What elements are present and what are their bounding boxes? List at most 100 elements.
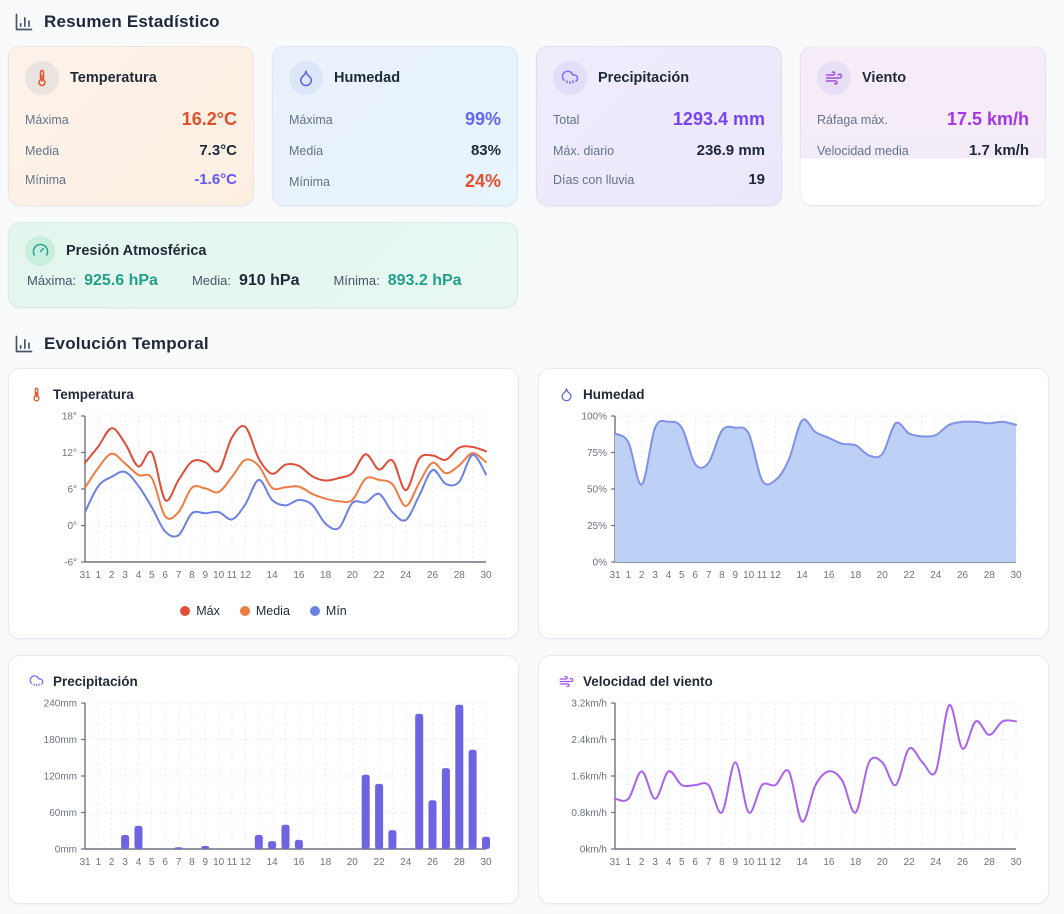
pressure-item: Media: 910 hPa: [192, 272, 300, 290]
svg-text:3.2km/h: 3.2km/h: [571, 699, 607, 710]
stat-row: Ráfaga máx. 17.5 km/h: [817, 103, 1029, 136]
svg-text:4: 4: [136, 857, 142, 868]
svg-text:0km/h: 0km/h: [580, 845, 607, 856]
viento-chart-svg[interactable]: 3.2km/h2.4km/h1.6km/h0.8km/h0km/h3112345…: [559, 695, 1028, 883]
svg-text:9: 9: [733, 857, 739, 868]
svg-text:2: 2: [639, 570, 645, 581]
charts-grid: Temperatura 18°12°6°0°-6°311234567891011…: [8, 368, 1046, 904]
svg-text:22: 22: [904, 857, 916, 868]
svg-text:1: 1: [96, 570, 102, 581]
svg-text:11: 11: [757, 857, 768, 868]
svg-text:18°: 18°: [62, 412, 77, 423]
evolution-title: Evolución Temporal: [44, 334, 209, 354]
stat-row: Mínima -1.6°C: [25, 165, 237, 194]
svg-text:6°: 6°: [67, 485, 77, 496]
svg-text:7: 7: [706, 570, 712, 581]
svg-text:3: 3: [652, 570, 658, 581]
svg-text:8: 8: [189, 857, 195, 868]
legend-item-max[interactable]: Máx: [180, 604, 220, 618]
stat-row: Máxima 16.2°C: [25, 103, 237, 136]
stat-value: 83%: [471, 142, 501, 159]
wind-icon: [559, 674, 574, 689]
temperature-chart[interactable]: 18°12°6°0°-6°311234567891011121416182022…: [29, 408, 498, 596]
svg-text:20: 20: [347, 570, 359, 581]
svg-text:28: 28: [984, 570, 996, 581]
svg-text:31: 31: [609, 857, 621, 868]
svg-text:18: 18: [320, 570, 332, 581]
droplet-icon: [289, 61, 323, 95]
stat-value: 1293.4 mm: [673, 109, 765, 130]
svg-text:16: 16: [823, 570, 835, 581]
svg-text:30: 30: [480, 857, 492, 868]
svg-text:2.4km/h: 2.4km/h: [571, 735, 607, 746]
chart-title: Temperatura: [53, 387, 134, 402]
stat-row: Media 83%: [289, 136, 501, 165]
svg-text:14: 14: [797, 857, 809, 868]
svg-text:0%: 0%: [593, 558, 608, 569]
svg-text:12: 12: [240, 857, 252, 868]
svg-text:5: 5: [679, 857, 685, 868]
svg-text:100%: 100%: [581, 412, 607, 423]
svg-text:2: 2: [639, 857, 645, 868]
svg-text:4: 4: [136, 570, 142, 581]
droplet-icon: [559, 387, 574, 402]
svg-text:14: 14: [267, 857, 279, 868]
svg-text:24: 24: [930, 570, 942, 581]
svg-text:24: 24: [930, 857, 942, 868]
precipitation-chart[interactable]: 240mm180mm120mm60mm0mm311234567891011121…: [29, 695, 498, 883]
svg-text:31: 31: [79, 857, 91, 868]
svg-text:16: 16: [293, 570, 305, 581]
svg-text:14: 14: [797, 570, 809, 581]
svg-text:26: 26: [957, 570, 969, 581]
svg-text:6: 6: [162, 570, 168, 581]
svg-text:120mm: 120mm: [44, 772, 77, 783]
stat-value: 19: [748, 171, 765, 188]
svg-text:28: 28: [454, 857, 466, 868]
evolution-header: Evolución Temporal: [14, 334, 1046, 354]
legend-item-media[interactable]: Media: [240, 604, 290, 618]
svg-text:4: 4: [666, 857, 672, 868]
svg-text:22: 22: [904, 570, 916, 581]
stat-value: 16.2°C: [182, 109, 237, 130]
stat-row: Mínima 24%: [289, 165, 501, 198]
stat-value: 1.7 km/h: [969, 142, 1029, 159]
legend-item-min[interactable]: Mín: [310, 604, 347, 618]
svg-text:5: 5: [149, 570, 155, 581]
svg-text:-6°: -6°: [64, 558, 77, 569]
svg-text:4: 4: [666, 570, 672, 581]
chart-card-precipitacion: Precipitación 240mm180mm120mm60mm0mm3112…: [8, 655, 519, 904]
stat-value: 236.9 mm: [697, 142, 765, 159]
chart-card-humedad: Humedad 100%75%50%25%0%31123456789101112…: [538, 368, 1049, 639]
svg-text:9: 9: [203, 570, 209, 581]
temperatura-chart-svg[interactable]: 18°12°6°0°-6°311234567891011121416182022…: [29, 408, 498, 596]
svg-text:24: 24: [400, 857, 412, 868]
summary-title: Resumen Estadístico: [44, 12, 220, 32]
stat-card-presion: Presión Atmosférica Máxima: 925.6 hPa Me…: [8, 222, 518, 308]
humidity-chart[interactable]: 100%75%50%25%0%3112345678910111214161820…: [559, 408, 1028, 596]
svg-text:7: 7: [176, 570, 182, 581]
svg-text:9: 9: [203, 857, 209, 868]
card-title: Viento: [862, 70, 906, 86]
stat-card-temperatura: Temperatura Máxima 16.2°C Media 7.3°C Mí…: [8, 46, 254, 206]
precipitacion-chart-svg[interactable]: 240mm180mm120mm60mm0mm311234567891011121…: [29, 695, 498, 883]
svg-text:12°: 12°: [62, 448, 77, 459]
svg-text:20: 20: [877, 857, 889, 868]
svg-text:11: 11: [227, 570, 238, 581]
svg-text:30: 30: [1010, 570, 1022, 581]
svg-text:14: 14: [267, 570, 279, 581]
card-title: Temperatura: [70, 70, 157, 86]
humedad-chart-svg[interactable]: 100%75%50%25%0%3112345678910111214161820…: [559, 408, 1028, 596]
svg-text:28: 28: [984, 857, 996, 868]
svg-text:26: 26: [427, 857, 439, 868]
stat-value: 7.3°C: [199, 142, 237, 159]
svg-text:10: 10: [213, 857, 225, 868]
cloud-rain-icon: [29, 674, 44, 689]
svg-text:30: 30: [1010, 857, 1022, 868]
chart-card-temperatura: Temperatura 18°12°6°0°-6°311234567891011…: [8, 368, 519, 639]
card-title: Presión Atmosférica: [66, 243, 206, 259]
svg-text:0mm: 0mm: [55, 845, 77, 856]
stat-card-viento: Viento Ráfaga máx. 17.5 km/h Velocidad m…: [800, 46, 1046, 206]
wind-chart[interactable]: 3.2km/h2.4km/h1.6km/h0.8km/h0km/h3112345…: [559, 695, 1028, 883]
svg-text:240mm: 240mm: [44, 699, 77, 710]
svg-text:6: 6: [692, 570, 698, 581]
